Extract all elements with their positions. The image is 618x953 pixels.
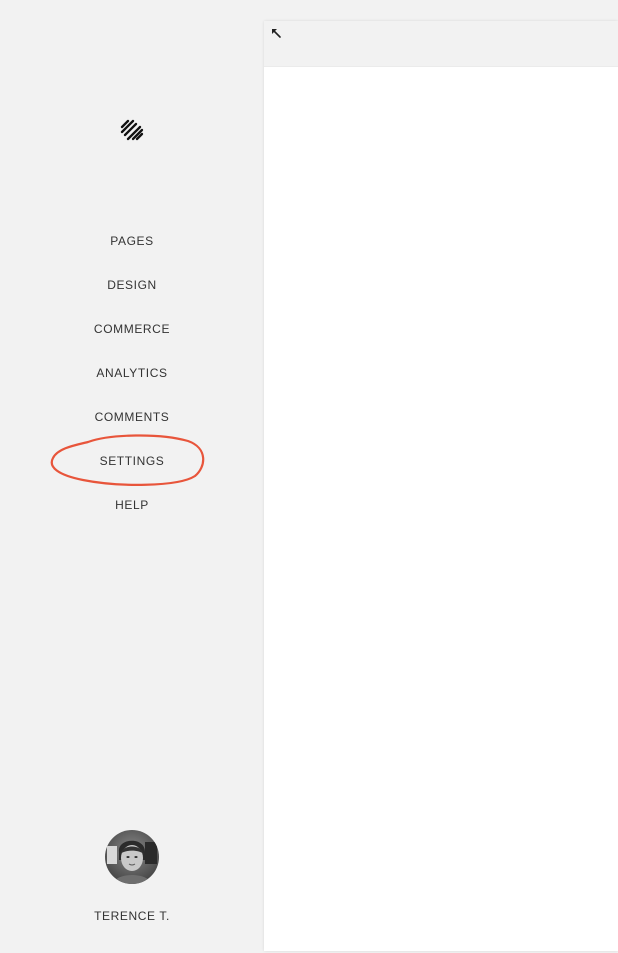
nav-item-analytics[interactable]: ANALYTICS — [0, 361, 264, 405]
main-nav: PAGES DESIGN COMMERCE ANALYTICS COMMENTS… — [0, 229, 264, 537]
nav-item-commerce[interactable]: COMMERCE — [0, 317, 264, 361]
content-panel — [264, 21, 618, 951]
arrow-up-left-icon[interactable] — [270, 27, 284, 41]
panel-header — [264, 21, 618, 67]
nav-item-design[interactable]: DESIGN — [0, 273, 264, 317]
squarespace-logo-icon[interactable] — [118, 118, 146, 142]
nav-item-settings[interactable]: SETTINGS — [0, 449, 264, 493]
panel-body — [264, 67, 618, 951]
nav-item-help[interactable]: HELP — [0, 493, 264, 537]
nav-item-pages[interactable]: PAGES — [0, 229, 264, 273]
user-name[interactable]: TERENCE T. — [0, 909, 264, 923]
nav-item-comments[interactable]: COMMENTS — [0, 405, 264, 449]
user-avatar — [105, 830, 159, 884]
sidebar: PAGES DESIGN COMMERCE ANALYTICS COMMENTS… — [0, 0, 264, 953]
avatar[interactable] — [105, 830, 159, 884]
app-window: PAGES DESIGN COMMERCE ANALYTICS COMMENTS… — [0, 0, 618, 953]
